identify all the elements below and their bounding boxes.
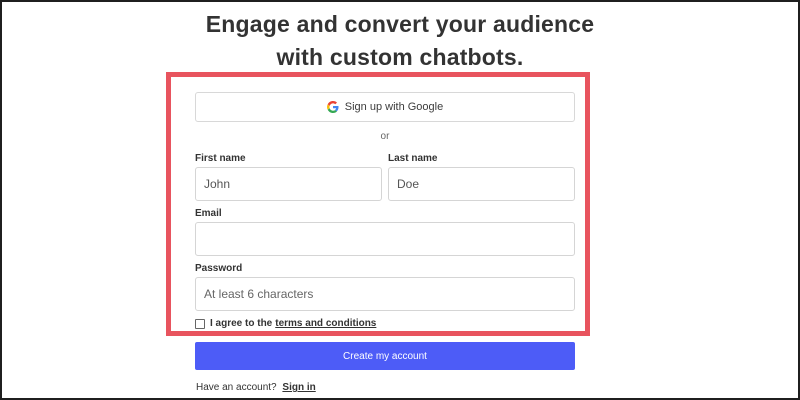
first-name-label: First name xyxy=(195,153,246,164)
create-account-label: Create my account xyxy=(343,350,427,362)
password-input[interactable] xyxy=(195,277,575,311)
terms-link[interactable]: terms and conditions xyxy=(275,318,376,329)
page-headline-line1: Engage and convert your audience xyxy=(205,11,595,37)
sign-in-link[interactable]: Sign in xyxy=(282,382,315,393)
google-signup-label: Sign up with Google xyxy=(344,101,444,113)
terms-checkbox[interactable] xyxy=(195,318,205,329)
page-headline-line2: with custom chatbots. xyxy=(276,44,524,70)
google-g-icon xyxy=(326,101,339,113)
have-account-prompt: Have an account? xyxy=(196,382,277,393)
google-signup-button[interactable]: Sign up with Google xyxy=(195,92,575,122)
email-input[interactable] xyxy=(195,222,575,256)
terms-prefix: I agree to the xyxy=(210,318,273,329)
email-label: Email xyxy=(195,208,222,219)
create-account-button[interactable]: Create my account xyxy=(195,342,575,370)
last-name-label: Last name xyxy=(388,153,438,164)
first-name-input[interactable] xyxy=(195,167,382,201)
terms-agreement-row: I agree to the terms and conditions xyxy=(195,318,376,329)
password-label: Password xyxy=(195,263,243,274)
or-separator: or xyxy=(380,131,390,142)
last-name-input[interactable] xyxy=(388,167,575,201)
have-account-row: Have an account? Sign in xyxy=(196,382,316,393)
